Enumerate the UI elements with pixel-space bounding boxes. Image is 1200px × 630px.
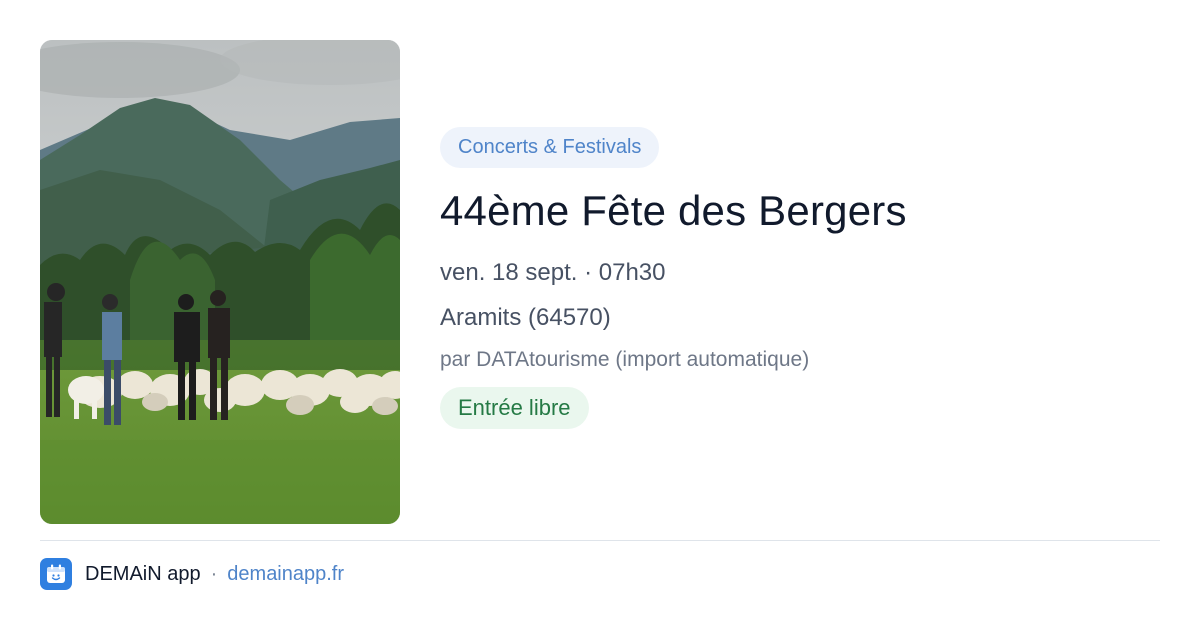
event-info: Concerts & Festivals 44ème Fête des Berg…	[440, 127, 1160, 430]
event-card[interactable]: Concerts & Festivals 44ème Fête des Berg…	[0, 0, 1200, 630]
footer: DEMAiN app · demainapp.fr	[40, 558, 344, 590]
event-photo-illustration	[40, 40, 400, 524]
site-link[interactable]: demainapp.fr	[227, 563, 344, 586]
event-organizer: par DATAtourisme (import automatique)	[440, 348, 810, 372]
event-datetime: ven. 18 sept. · 07h30	[440, 259, 666, 287]
calendar-smiley-icon	[40, 558, 72, 590]
app-name: DEMAiN app	[85, 562, 201, 585]
event-location: Aramits (64570)	[440, 304, 611, 332]
price-badge: Entrée libre	[440, 387, 589, 430]
footer-separator: ·	[210, 562, 218, 585]
footer-divider	[40, 540, 1160, 541]
category-badge[interactable]: Concerts & Festivals	[440, 127, 660, 168]
event-photo	[40, 40, 400, 524]
event-title[interactable]: 44ème Fête des Bergers	[440, 187, 1160, 234]
